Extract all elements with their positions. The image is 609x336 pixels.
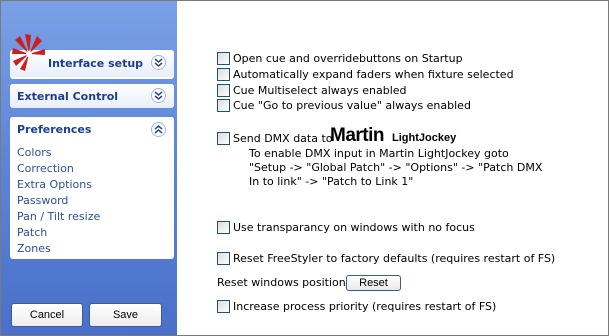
chevron-down-icon[interactable] <box>151 88 166 103</box>
dmx-info-line-2: "Setup -> "Global Patch" -> "Options" ->… <box>249 161 543 174</box>
checkbox[interactable] <box>217 83 230 97</box>
option-label: Increase process priority (requires rest… <box>233 299 497 313</box>
option-label: Send DMX data to <box>233 131 333 145</box>
cancel-button[interactable]: Cancel <box>11 303 83 327</box>
option-expand-faders[interactable]: Automatically expand faders when fixture… <box>217 67 514 81</box>
option-label: Reset FreeStyler to factory defaults (re… <box>233 251 556 265</box>
panel-title: External Control <box>17 89 119 103</box>
preferences-item-extra-options[interactable]: Extra Options <box>17 177 174 193</box>
option-transparency[interactable]: Use transparancy on windows with no focu… <box>217 220 475 234</box>
option-label: Use transparancy on windows with no focu… <box>233 220 475 234</box>
preferences-item-zones[interactable]: Zones <box>17 241 174 257</box>
checkbox[interactable] <box>217 131 230 145</box>
option-open-cue-buttons[interactable]: Open cue and overridebuttons on Startup <box>217 51 463 65</box>
panel-external-control[interactable]: External Control <box>10 84 174 108</box>
chevron-up-icon[interactable] <box>151 122 166 137</box>
option-label: Cue "Go to previous value" always enable… <box>233 98 471 112</box>
checkbox[interactable] <box>217 98 230 112</box>
checkbox[interactable] <box>217 299 230 313</box>
panel-header-external-control[interactable]: External Control <box>10 84 174 108</box>
preferences-item-pan-tilt-resize[interactable]: Pan / Tilt resize <box>17 209 174 225</box>
option-label: Open cue and overridebuttons on Startup <box>233 51 463 65</box>
checkbox[interactable] <box>217 220 230 234</box>
lightjockey-logo: LightJockey <box>392 132 457 144</box>
preferences-item-password[interactable]: Password <box>17 193 174 209</box>
option-cue-go-previous[interactable]: Cue "Go to previous value" always enable… <box>217 98 471 112</box>
checkbox[interactable] <box>217 51 230 65</box>
panel-title: Preferences <box>17 122 92 136</box>
dmx-info-line-1: To enable DMX input in Martin LightJocke… <box>249 147 509 160</box>
dmx-info-line-3: In to link" -> "Patch to Link 1" <box>249 175 414 188</box>
preferences-list: Colors Correction Extra Options Password… <box>10 141 174 257</box>
panel-header-preferences[interactable]: Preferences <box>10 117 174 141</box>
option-label: Cue Multiselect always enabled <box>233 83 407 97</box>
checkbox[interactable] <box>217 251 230 265</box>
reset-windows-label: Reset windows positions <box>217 276 352 289</box>
option-reset-factory[interactable]: Reset FreeStyler to factory defaults (re… <box>217 251 555 265</box>
preferences-window: Interface setup External Control Prefere… <box>0 0 609 336</box>
chevron-down-icon[interactable] <box>151 55 166 70</box>
preferences-item-correction[interactable]: Correction <box>17 161 174 177</box>
sidebar: Interface setup External Control Prefere… <box>1 1 177 335</box>
panel-preferences: Preferences Colors Correction Extra Opti… <box>10 117 174 259</box>
preferences-item-patch[interactable]: Patch <box>17 225 174 241</box>
option-increase-priority[interactable]: Increase process priority (requires rest… <box>217 299 496 313</box>
freestyler-logo-icon <box>12 34 45 71</box>
option-send-dmx[interactable]: Send DMX data to <box>217 131 333 145</box>
save-button[interactable]: Save <box>89 303 162 327</box>
option-cue-multiselect[interactable]: Cue Multiselect always enabled <box>217 83 407 97</box>
martin-logo: Martin <box>330 125 385 146</box>
checkbox[interactable] <box>217 67 230 81</box>
option-label: Automatically expand faders when fixture… <box>233 67 514 81</box>
preferences-item-colors[interactable]: Colors <box>17 145 174 161</box>
reset-button[interactable]: Reset <box>346 275 401 291</box>
panel-title: Interface setup <box>48 57 144 70</box>
